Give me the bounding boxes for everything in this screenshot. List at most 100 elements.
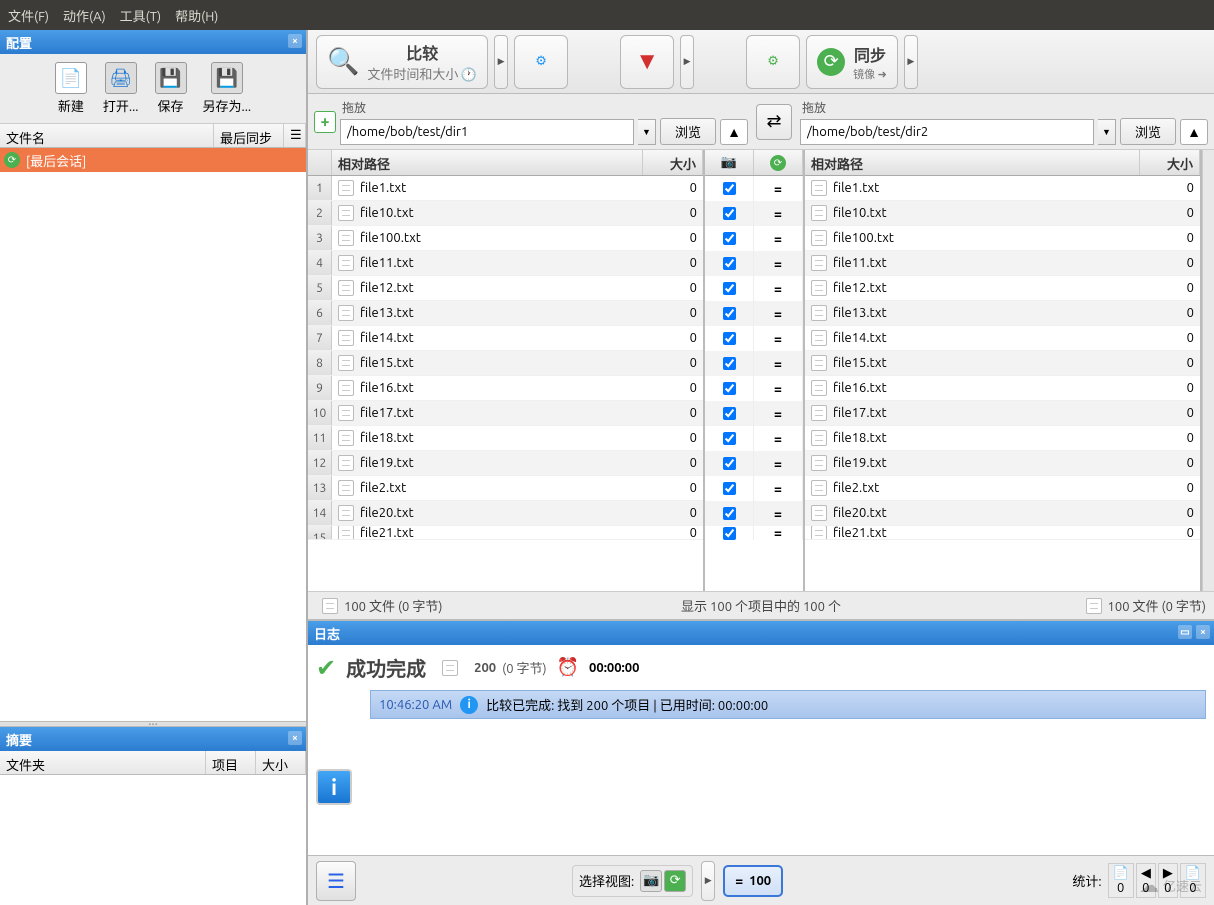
sync-icon[interactable]: ⟳ — [754, 150, 803, 175]
table-row[interactable]: 7 file14.txt 0 — [308, 326, 703, 351]
action-row[interactable]: = — [705, 301, 803, 326]
filter-button[interactable]: ▼ — [620, 35, 674, 89]
compare-button[interactable]: 🔍 比较 文件时间和大小 🕐 — [316, 35, 488, 89]
size-header[interactable]: 大小 — [1140, 150, 1200, 175]
size-header[interactable]: 大小 — [256, 751, 306, 774]
action-row[interactable]: = — [705, 226, 803, 251]
table-row[interactable]: file10.txt 0 — [805, 201, 1200, 226]
new-button[interactable]: 📄新建 — [51, 60, 91, 117]
table-row[interactable]: 3 file100.txt 0 — [308, 226, 703, 251]
menu-file[interactable]: 文件(F) — [8, 6, 49, 25]
include-checkbox[interactable] — [723, 482, 736, 495]
table-row[interactable]: 13 file2.txt 0 — [308, 476, 703, 501]
sync-icon[interactable]: ⟳ — [664, 870, 686, 892]
cloud-drive-icon[interactable]: ▲ — [720, 119, 748, 145]
include-checkbox[interactable] — [723, 207, 736, 220]
save-button[interactable]: 💾保存 — [151, 60, 191, 117]
table-row[interactable]: file16.txt 0 — [805, 376, 1200, 401]
compare-dropdown[interactable]: ▶ — [494, 35, 508, 89]
selected-view-button[interactable]: = 100 — [723, 865, 783, 897]
include-checkbox[interactable] — [723, 382, 736, 395]
filename-header[interactable]: 文件名 — [0, 124, 214, 147]
right-path-input[interactable] — [800, 119, 1094, 145]
scrollbar[interactable] — [1202, 150, 1214, 591]
size-header[interactable]: 大小 — [643, 150, 703, 175]
include-checkbox[interactable] — [723, 257, 736, 270]
table-row[interactable]: 11 file18.txt 0 — [308, 426, 703, 451]
list-view-button[interactable]: ☰ — [316, 861, 356, 901]
table-row[interactable]: 1 file1.txt 0 — [308, 176, 703, 201]
include-checkbox[interactable] — [723, 507, 736, 520]
include-checkbox[interactable] — [723, 527, 736, 540]
list-view-icon[interactable]: ☰ — [284, 124, 306, 147]
cloud-drive-icon[interactable]: ▲ — [1180, 119, 1208, 145]
table-row[interactable]: file21.txt 0 — [805, 526, 1200, 540]
include-checkbox[interactable] — [723, 232, 736, 245]
include-checkbox[interactable] — [723, 282, 736, 295]
table-row[interactable]: 12 file19.txt 0 — [308, 451, 703, 476]
add-path-button[interactable]: + — [314, 111, 336, 133]
action-list[interactable]: = = = = = = = = = — [705, 176, 803, 591]
close-icon[interactable]: × — [288, 34, 302, 48]
menu-help[interactable]: 帮助(H) — [175, 6, 218, 25]
summary-list[interactable] — [0, 775, 306, 905]
minimize-icon[interactable]: ▭ — [1178, 625, 1192, 639]
browse-left-button[interactable]: 浏览 — [660, 118, 716, 145]
action-row[interactable]: = — [705, 426, 803, 451]
menu-action[interactable]: 动作(A) — [63, 6, 106, 25]
table-row[interactable]: file2.txt 0 — [805, 476, 1200, 501]
include-checkbox[interactable] — [723, 457, 736, 470]
action-row[interactable]: = — [705, 351, 803, 376]
browse-right-button[interactable]: 浏览 — [1120, 118, 1176, 145]
session-list[interactable]: ⟳ [最后会话] — [0, 148, 306, 721]
filter-dropdown[interactable]: ▶ — [680, 35, 694, 89]
table-row[interactable]: file100.txt 0 — [805, 226, 1200, 251]
sync-dropdown[interactable]: ▶ — [904, 35, 918, 89]
close-icon[interactable]: × — [288, 731, 302, 745]
include-checkbox[interactable] — [723, 182, 736, 195]
action-row[interactable]: = — [705, 401, 803, 426]
action-row[interactable]: = — [705, 501, 803, 526]
action-row[interactable]: = — [705, 476, 803, 501]
path-header[interactable]: 相对路径 — [805, 150, 1140, 175]
left-file-list[interactable]: 1 file1.txt 0 2 file10.txt 0 3 file100.t… — [308, 176, 703, 591]
lastsync-header[interactable]: 最后同步 — [214, 124, 284, 147]
action-row[interactable]: = — [705, 176, 803, 201]
table-row[interactable]: file19.txt 0 — [805, 451, 1200, 476]
table-row[interactable]: 15 file21.txt 0 — [308, 526, 703, 540]
right-file-list[interactable]: file1.txt 0 file10.txt 0 file100.txt 0 f… — [805, 176, 1200, 591]
table-row[interactable]: file18.txt 0 — [805, 426, 1200, 451]
action-row[interactable]: = — [705, 526, 803, 540]
include-checkbox[interactable] — [723, 332, 736, 345]
session-row-last[interactable]: ⟳ [最后会话] — [0, 148, 306, 172]
include-checkbox[interactable] — [723, 407, 736, 420]
table-row[interactable]: 6 file13.txt 0 — [308, 301, 703, 326]
table-row[interactable]: 2 file10.txt 0 — [308, 201, 703, 226]
menu-tools[interactable]: 工具(T) — [120, 6, 161, 25]
sync-button[interactable]: ⟳ 同步 镜像 ➜ — [806, 35, 898, 89]
table-row[interactable]: 9 file16.txt 0 — [308, 376, 703, 401]
table-row[interactable]: file12.txt 0 — [805, 276, 1200, 301]
compare-settings-button[interactable]: ⚙ — [514, 35, 568, 89]
action-row[interactable]: = — [705, 251, 803, 276]
table-row[interactable]: file13.txt 0 — [805, 301, 1200, 326]
swap-paths-button[interactable]: ⇄ — [756, 104, 792, 140]
items-header[interactable]: 项目 — [206, 751, 256, 774]
action-row[interactable]: = — [705, 276, 803, 301]
chevron-down-icon[interactable]: ▼ — [638, 119, 656, 145]
path-header[interactable]: 相对路径 — [332, 150, 643, 175]
table-row[interactable]: file17.txt 0 — [805, 401, 1200, 426]
table-row[interactable]: 10 file17.txt 0 — [308, 401, 703, 426]
action-row[interactable]: = — [705, 376, 803, 401]
table-row[interactable]: file15.txt 0 — [805, 351, 1200, 376]
table-row[interactable]: 8 file15.txt 0 — [308, 351, 703, 376]
table-row[interactable]: 4 file11.txt 0 — [308, 251, 703, 276]
camera-icon[interactable]: 📷 — [705, 150, 754, 175]
open-button[interactable]: 🖨打开... — [99, 60, 143, 117]
table-row[interactable]: file11.txt 0 — [805, 251, 1200, 276]
chevron-down-icon[interactable]: ▼ — [1098, 119, 1116, 145]
include-checkbox[interactable] — [723, 307, 736, 320]
action-row[interactable]: = — [705, 201, 803, 226]
table-row[interactable]: file14.txt 0 — [805, 326, 1200, 351]
left-path-input[interactable] — [340, 119, 634, 145]
